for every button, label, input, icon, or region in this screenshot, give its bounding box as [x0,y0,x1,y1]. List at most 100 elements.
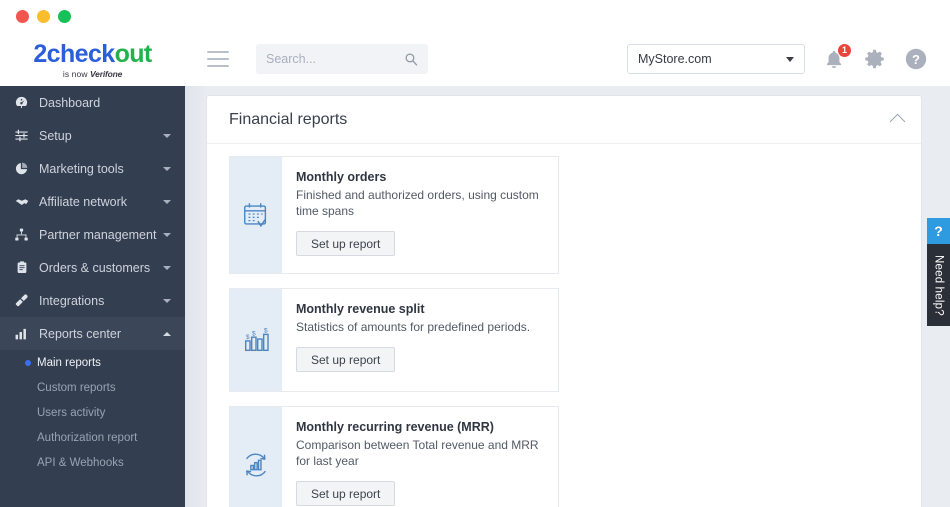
minimize-window-button[interactable] [37,9,50,23]
hamburger-icon[interactable] [207,51,229,67]
plug-icon [13,293,30,309]
card-title: Monthly orders [296,170,387,184]
svg-text:$: $ [246,334,250,341]
svg-text:$: $ [252,330,256,337]
card-title: Monthly revenue split [296,302,425,316]
calendar-icon [244,203,267,228]
sidebar-item-setup[interactable]: Setup [0,119,185,152]
sidebar-subitem-api-webhooks[interactable]: API & Webhooks [0,450,185,475]
sidebar-subitem-label: API & Webhooks [37,456,124,469]
set-up-report-button[interactable]: Set up report [296,481,396,507]
main-content: Financial reports Monthly orders Finishe… [185,86,950,507]
chevron-down-icon [163,232,171,237]
settings-button[interactable] [863,48,886,71]
card-icon-panel [230,407,282,507]
search-input[interactable]: Search... [256,44,428,74]
sidebar-subitem-label: Authorization report [37,431,138,444]
need-help-label: Need help? [927,244,950,326]
sidebar-item-affiliate-network[interactable]: Affiliate network [0,185,185,218]
sidebar-item-label: Partner management [39,227,157,242]
card-icon-panel [230,157,282,273]
chevron-down-icon [163,298,171,303]
close-window-button[interactable] [16,9,29,23]
store-selector-value: MyStore.com [638,52,712,66]
card-body: Monthly recurring revenue (MRR) Comparis… [282,407,558,507]
sidebar-item-label: Marketing tools [39,161,124,176]
card-body: Monthly revenue split Statistics of amou… [282,289,558,391]
hamburger-bar [207,58,229,60]
search-placeholder: Search... [266,52,317,66]
content-scrollbar[interactable] [185,86,207,507]
financial-reports-panel: Financial reports Monthly orders Finishe… [207,96,921,507]
clipboard-icon [13,260,30,276]
question-mark-icon: ? [927,218,950,244]
hierarchy-icon [13,227,30,243]
card-description: Finished and authorized orders, using cu… [296,188,539,219]
report-card-monthly-revenue-split[interactable]: $ $ $ Monthly revenue split Statistics o… [229,288,559,392]
header-actions: MyStore.com 1 ? [627,42,950,74]
sidebar-item-orders-customers[interactable]: Orders & customers [0,251,185,284]
bar-chart-icon [13,326,30,342]
chevron-down-icon [163,199,171,204]
hamburger-bar [207,51,229,53]
sidebar-item-integrations[interactable]: Integrations [0,284,185,317]
card-icon-panel: $ $ $ [230,289,282,391]
logo-text-primary: 2check [33,39,115,68]
logo-tagline: is now Verifone [63,69,122,79]
logo-tagline-brand: Verifone [90,68,123,79]
reports-grid: Monthly orders Finished and authorized o… [207,144,921,507]
bar-chart-dollar-icon: $ $ $ [244,328,269,352]
need-help-tab[interactable]: ? Need help? [927,218,950,326]
sidebar-item-label: Setup [39,128,72,143]
report-card-monthly-orders[interactable]: Monthly orders Finished and authorized o… [229,156,559,274]
card-body: Monthly orders Finished and authorized o… [282,157,558,273]
sidebar-subitem-main-reports[interactable]: Main reports [0,350,185,375]
report-card-monthly-recurring-revenue[interactable]: Monthly recurring revenue (MRR) Comparis… [229,406,559,507]
chevron-down-icon [163,166,171,171]
sidebar-subitem-label: Users activity [37,406,106,419]
pie-chart-icon [13,161,30,177]
window-titlebar [0,0,950,32]
question-circle-icon: ? [905,48,927,70]
sidebar-subitem-custom-reports[interactable]: Custom reports [0,375,185,400]
sidebar-item-dashboard[interactable]: Dashboard [0,86,185,119]
help-button[interactable]: ? [904,47,928,71]
chevron-up-icon [163,331,171,336]
sidebar-item-reports-center[interactable]: Reports center [0,317,185,350]
app-header: 2checkout is now Verifone Search... MySt… [0,32,950,86]
notifications-button[interactable]: 1 [823,42,852,71]
maximize-window-button[interactable] [58,9,71,23]
sidebar-item-label: Dashboard [39,95,101,110]
sidebar-subitem-label: Main reports [37,356,101,369]
card-description: Comparison between Total revenue and MRR… [296,438,539,469]
chart-refresh-icon [246,453,266,477]
hamburger-bar [207,65,229,67]
sidebar-nav: Dashboard Setup Marketing tools Affiliat… [0,86,185,507]
active-indicator-dot [25,359,31,366]
chevron-down-icon [786,56,794,62]
card-title: Monthly recurring revenue (MRR) [296,420,494,434]
chevron-up-icon[interactable] [889,113,906,130]
sidebar-subitem-label: Custom reports [37,381,116,394]
svg-text:$: $ [264,328,268,335]
sidebar-item-label: Affiliate network [39,194,128,209]
search-icon [405,53,418,66]
sidebar-item-marketing-tools[interactable]: Marketing tools [0,152,185,185]
svg-text:?: ? [912,52,920,67]
sidebar-item-label: Reports center [39,326,121,341]
browser-window: 2checkout is now Verifone Search... MySt… [0,0,950,507]
store-selector[interactable]: MyStore.com [627,44,805,74]
chevron-down-icon [163,133,171,138]
set-up-report-button[interactable]: Set up report [296,347,396,373]
sidebar-subitem-authorization-report[interactable]: Authorization report [0,425,185,450]
sidebar-item-label: Orders & customers [39,260,151,275]
sidebar-item-label: Integrations [39,293,105,308]
chevron-down-icon [163,265,171,270]
sidebar-subitem-users-activity[interactable]: Users activity [0,400,185,425]
sidebar-item-partner-management[interactable]: Partner management [0,218,185,251]
logo-wordmark: 2checkout [33,39,152,68]
set-up-report-button[interactable]: Set up report [296,231,396,257]
page-title: Financial reports [229,110,348,128]
brand-logo[interactable]: 2checkout is now Verifone [0,32,185,86]
card-description: Statistics of amounts for predefined per… [296,320,531,334]
